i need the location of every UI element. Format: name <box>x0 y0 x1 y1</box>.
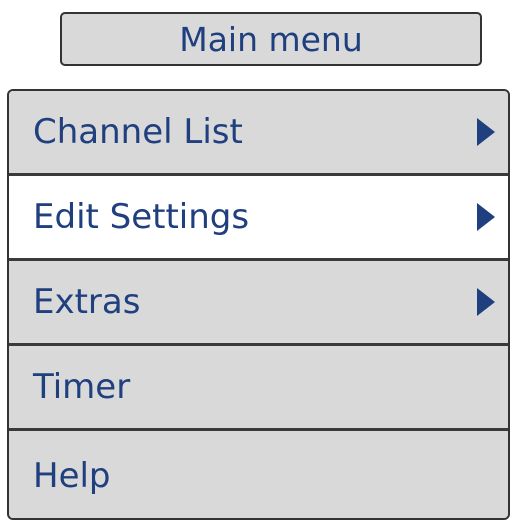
menu-item-label: Edit Settings <box>33 197 250 237</box>
menu-item-label: Extras <box>33 282 141 322</box>
menu-item-timer[interactable]: Timer <box>9 346 508 428</box>
menu-title-box: Main menu <box>60 12 482 66</box>
menu-item-extras[interactable]: Extras <box>9 261 508 343</box>
menu-item-label: Channel List <box>33 112 243 152</box>
menu-title: Main menu <box>179 19 363 59</box>
menu-item-channel-list[interactable]: Channel List <box>9 91 508 173</box>
main-menu: Channel List Edit Settings Extras Timer … <box>7 89 510 520</box>
menu-item-help[interactable]: Help <box>9 431 508 518</box>
chevron-right-icon <box>477 288 495 316</box>
chevron-right-icon <box>477 203 495 231</box>
chevron-right-icon <box>477 118 495 146</box>
menu-item-edit-settings[interactable]: Edit Settings <box>9 176 508 258</box>
menu-item-label: Timer <box>33 367 131 407</box>
menu-item-label: Help <box>33 455 111 496</box>
